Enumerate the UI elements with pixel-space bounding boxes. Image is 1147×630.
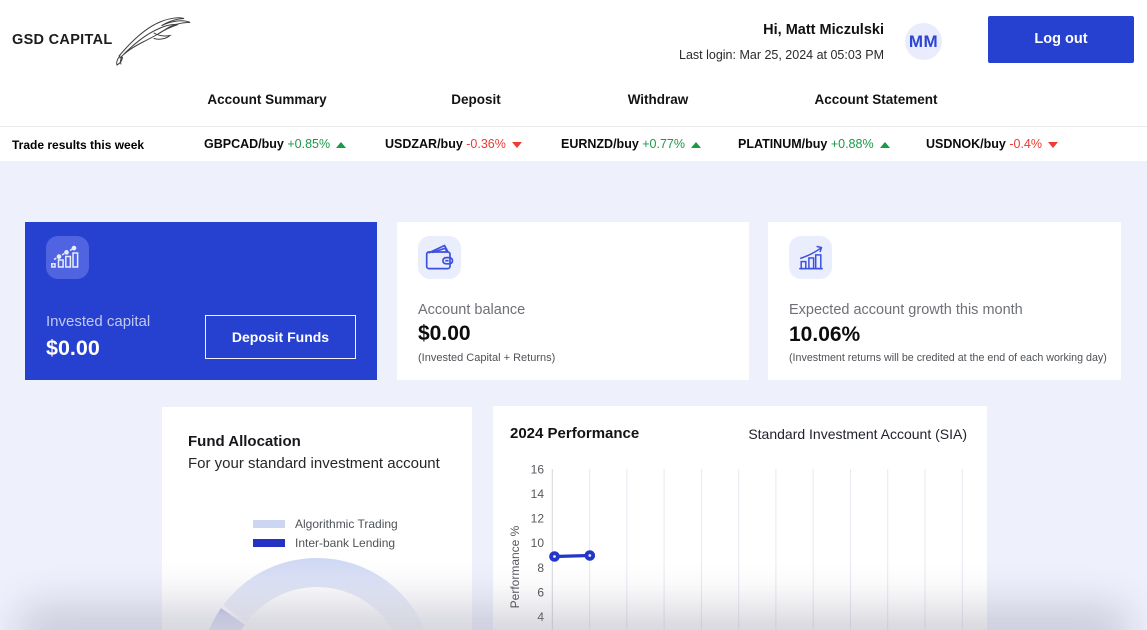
svg-text:6: 6 [537, 586, 544, 600]
svg-text:12: 12 [531, 512, 545, 526]
svg-text:16: 16 [531, 462, 545, 476]
svg-text:14: 14 [531, 487, 545, 501]
svg-text:8: 8 [537, 561, 544, 575]
svg-text:10: 10 [531, 536, 545, 550]
svg-text:Performance %: Performance % [508, 525, 522, 608]
